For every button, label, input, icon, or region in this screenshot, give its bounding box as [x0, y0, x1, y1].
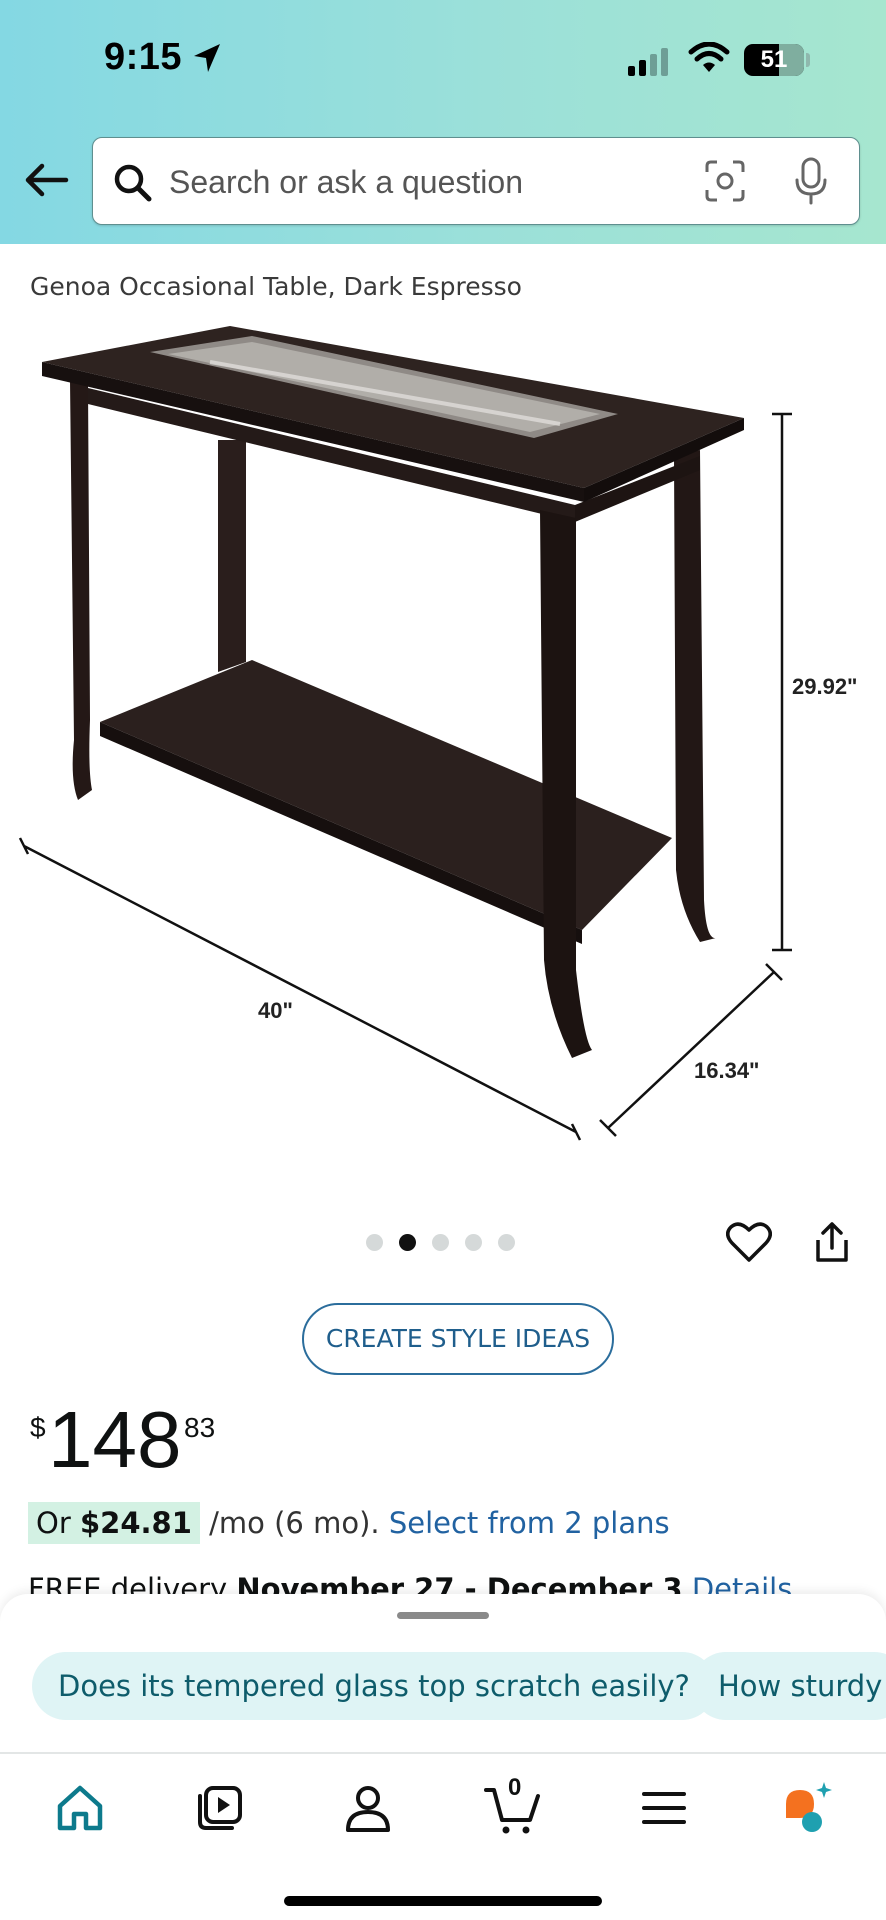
- camera-scan-icon[interactable]: [703, 158, 747, 204]
- carousel-dot-active[interactable]: [399, 1234, 416, 1251]
- price-symbol: $: [30, 1412, 46, 1443]
- battery-icon: 51: [744, 44, 804, 76]
- rufus-suggestion-chip[interactable]: Does its tempered glass top scratch easi…: [32, 1652, 716, 1720]
- rufus-suggestion-chip[interactable]: How sturdy: [692, 1652, 886, 1720]
- account-icon[interactable]: [338, 1780, 398, 1836]
- price-fraction: 83: [184, 1412, 216, 1443]
- menu-icon[interactable]: [634, 1780, 694, 1836]
- bottom-nav: 0: [0, 1752, 886, 1920]
- cart-button[interactable]: 0: [484, 1774, 544, 1836]
- price-whole: 148: [48, 1395, 182, 1484]
- cell-signal-icon: [628, 48, 668, 76]
- search-placeholder: Search or ask a question: [169, 164, 523, 200]
- location-arrow-icon: [194, 44, 220, 72]
- heart-icon[interactable]: [726, 1220, 772, 1264]
- carousel-dot[interactable]: [498, 1234, 515, 1251]
- share-icon[interactable]: [812, 1220, 852, 1264]
- carousel-dot[interactable]: [366, 1234, 383, 1251]
- rufus-icon[interactable]: [778, 1780, 838, 1836]
- select-plans-link[interactable]: Select from 2 plans: [389, 1506, 670, 1540]
- installment-highlight: Or $24.81: [28, 1502, 200, 1544]
- search-input[interactable]: Search or ask a question: [92, 137, 860, 225]
- wifi-icon: [688, 42, 730, 72]
- battery-nub: [806, 53, 810, 67]
- installment-terms: /mo (6 mo).: [199, 1506, 389, 1540]
- carousel-dot[interactable]: [465, 1234, 482, 1251]
- carousel-dot[interactable]: [432, 1234, 449, 1251]
- product-image[interactable]: [0, 310, 886, 1170]
- home-icon[interactable]: [50, 1780, 110, 1836]
- product-title: Genoa Occasional Table, Dark Espresso: [30, 272, 522, 301]
- app-header: 9:15 51 Search or ask a question: [0, 0, 886, 244]
- home-indicator: [284, 1896, 602, 1906]
- sheet-grabber[interactable]: [397, 1612, 489, 1619]
- back-arrow-icon[interactable]: [22, 160, 70, 200]
- rufus-suggestion-sheet[interactable]: Does its tempered glass top scratch easi…: [0, 1594, 886, 1754]
- search-icon: [114, 164, 152, 202]
- create-style-ideas-button[interactable]: CREATE STYLE IDEAS: [302, 1303, 614, 1375]
- battery-level: 51: [760, 46, 788, 73]
- dimension-width-label: 40": [258, 998, 293, 1023]
- microphone-icon[interactable]: [793, 156, 829, 206]
- installment-offer: Or $24.81 /mo (6 mo). Select from 2 plan…: [28, 1502, 670, 1544]
- cart-count: 0: [508, 1774, 522, 1801]
- dimension-height-label: 29.92": [792, 674, 858, 699]
- play-icon[interactable]: [190, 1780, 250, 1836]
- status-time: 9:15: [104, 36, 183, 78]
- installment-amount: $24.81: [79, 1506, 192, 1540]
- dimension-depth-label: 16.34": [694, 1058, 760, 1083]
